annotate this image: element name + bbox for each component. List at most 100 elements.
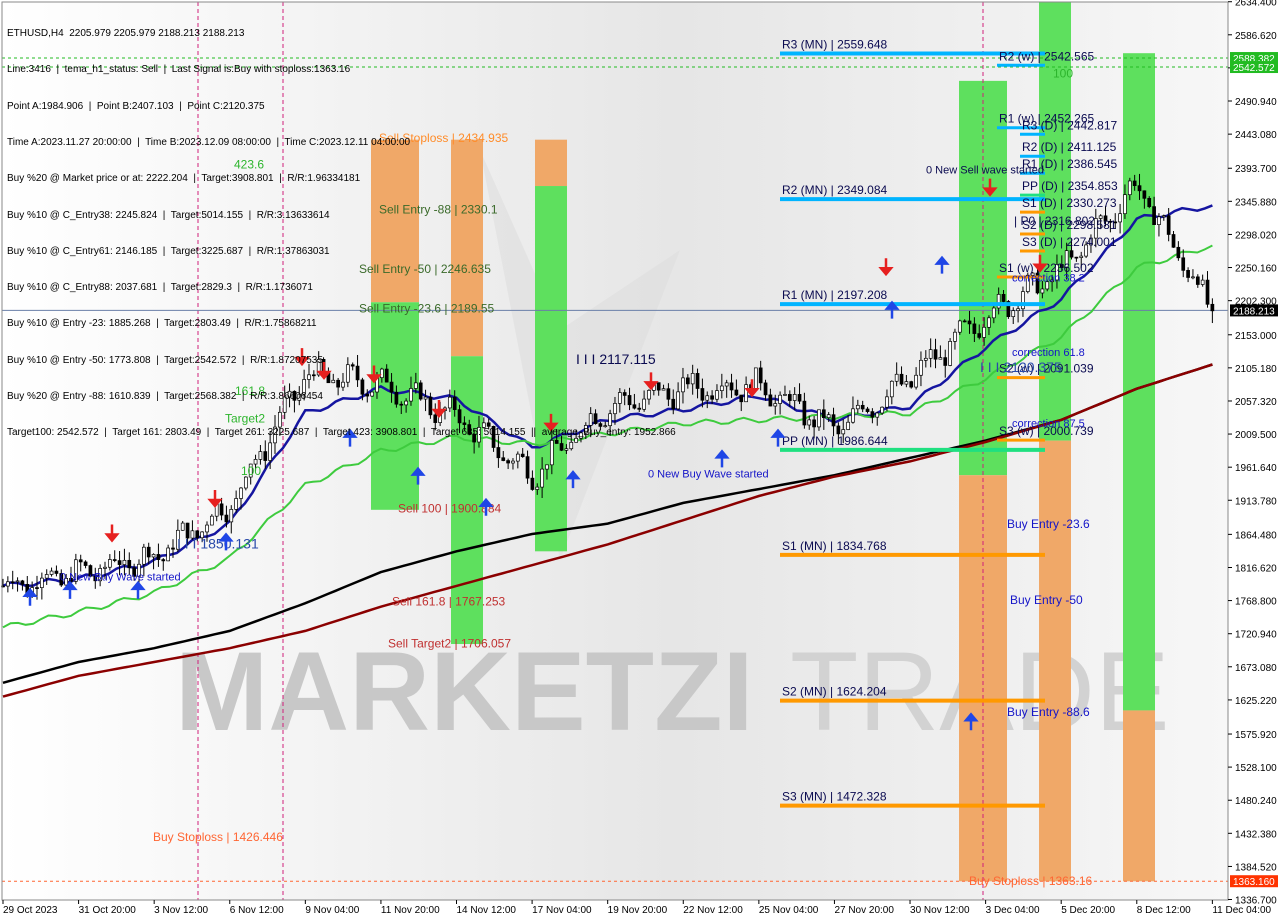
chart-window: MARKETZITRADER3 (MN) | 2559.648R2 (MN) |… — [0, 0, 1280, 920]
candle-body — [171, 547, 175, 550]
target-zone-orange — [1123, 710, 1155, 882]
y-tick-label: 2393.700 — [1235, 164, 1277, 175]
y-tick-label: 2586.620 — [1235, 31, 1277, 42]
pivot-level-label: S1 (D) | 2330.273 — [1022, 196, 1117, 210]
candle-body — [802, 400, 807, 426]
info-line: Time A:2023.11.27 20:00:00 | Time B:2023… — [7, 137, 411, 149]
candle-body — [817, 409, 821, 428]
x-tick-label: 29 Oct 2023 — [3, 905, 58, 916]
chart-annotation: 0 New Sell wave started — [926, 165, 1044, 177]
candle-body — [1074, 256, 1079, 259]
candle-body — [885, 396, 889, 408]
candle-body — [545, 464, 549, 470]
candle-body — [783, 394, 787, 396]
y-tick-label: 1961.640 — [1235, 463, 1277, 474]
candle-body — [923, 357, 928, 361]
candle-body — [44, 574, 49, 579]
candle-body — [948, 340, 952, 366]
candle-body — [1157, 216, 1161, 225]
pivot-level-label: R2 (MN) | 2349.084 — [782, 183, 887, 197]
candle-body — [899, 373, 904, 385]
pivot-level-label: S1 (MN) | 1834.768 — [782, 539, 887, 553]
candle-body — [797, 394, 802, 402]
candle-body — [1166, 215, 1171, 235]
candle-body — [860, 404, 865, 410]
candle-body — [243, 476, 248, 489]
buy-zone-orange — [1039, 440, 1071, 882]
candle-body — [122, 559, 127, 565]
candle-body — [10, 581, 15, 584]
chart-annotation: Buy Entry -88.6 — [1007, 705, 1090, 719]
y-tick-label: 1528.100 — [1235, 763, 1277, 774]
candle-body — [146, 546, 151, 558]
candle-body — [812, 419, 816, 428]
chart-annotation: 100 — [1053, 66, 1073, 80]
price-marker-label: 1363.160 — [1233, 877, 1275, 888]
candle-body — [933, 349, 938, 360]
candle-body — [108, 559, 112, 568]
candle-body — [219, 503, 224, 516]
y-tick-label: 2634.400 — [1235, 0, 1277, 9]
target-zone-green — [1123, 53, 1155, 711]
candle-body — [78, 559, 83, 563]
price-marker-label: 2542.572 — [1233, 63, 1275, 74]
y-tick-label: 2153.000 — [1235, 331, 1277, 342]
candle-body — [729, 382, 734, 391]
candle-body — [836, 425, 841, 435]
candle-body — [870, 411, 875, 418]
candle-body — [6, 581, 10, 587]
chart-annotation: | P0 | 2316.802 — [1014, 214, 1095, 228]
candle-body — [49, 570, 54, 575]
candle-body — [224, 514, 229, 523]
candle-body — [530, 477, 535, 490]
candle-body — [685, 377, 690, 385]
candle-body — [894, 373, 899, 382]
candle-body — [695, 373, 700, 389]
candle-body — [15, 580, 20, 583]
candle-body — [229, 509, 234, 523]
candle-body — [1186, 270, 1190, 278]
x-tick-label: 8 Dec 12:00 — [1137, 905, 1191, 916]
pivot-level-label: R2 (D) | 2411.125 — [1022, 140, 1117, 154]
x-tick-label: 19 Nov 20:00 — [608, 905, 668, 916]
candle-body — [1205, 279, 1210, 305]
candle-body — [1195, 276, 1200, 285]
y-tick-label: 1864.480 — [1235, 530, 1277, 541]
info-line: Point A:1984.906 | Point B:2407.103 | Po… — [7, 100, 265, 112]
pivot-level-label: PP (D) | 2354.853 — [1022, 179, 1118, 193]
candle-body — [700, 388, 705, 401]
candle-body — [865, 408, 870, 412]
candle-body — [792, 394, 797, 401]
candle-body — [161, 559, 166, 562]
candle-body — [909, 381, 914, 388]
candle-body — [127, 559, 132, 569]
y-tick-label: 2250.160 — [1235, 264, 1277, 275]
y-tick-label: 1432.380 — [1235, 829, 1277, 840]
candle-body — [967, 320, 972, 325]
chart-annotation: 100 — [241, 464, 261, 478]
candle-body — [54, 570, 59, 574]
y-tick-label: 2009.500 — [1235, 430, 1277, 441]
candle-body — [821, 409, 826, 419]
chart-annotation: Buy Stoploss | 1363.16 — [969, 874, 1093, 888]
y-tick-label: 1625.220 — [1235, 696, 1277, 707]
y-tick-label: 2105.180 — [1235, 364, 1277, 375]
candle-body — [962, 320, 967, 323]
pivot-level-label: S3 (D) | 2274.001 — [1022, 235, 1117, 249]
candle-body — [768, 394, 773, 407]
x-tick-label: 6 Nov 12:00 — [230, 905, 284, 916]
candle-body — [855, 404, 860, 410]
candle-body — [991, 307, 996, 319]
y-tick-label: 1480.240 — [1235, 796, 1277, 807]
candle-body — [919, 359, 923, 376]
candle-body — [1011, 310, 1016, 318]
chart-annotation: I I I 1850.131 — [177, 536, 259, 552]
candle-body — [826, 414, 831, 419]
candle-body — [1118, 213, 1122, 223]
x-tick-label: 25 Nov 04:00 — [759, 905, 819, 916]
pivot-level-label: S3 (MN) | 1472.328 — [782, 790, 887, 804]
candle-body — [40, 577, 44, 588]
info-line: Line:3416 | tema_h1_status: Sell | Last … — [7, 64, 351, 76]
chart-annotation: 0 New Buy Wave started — [60, 571, 181, 583]
y-tick-label: 1384.520 — [1235, 862, 1277, 873]
